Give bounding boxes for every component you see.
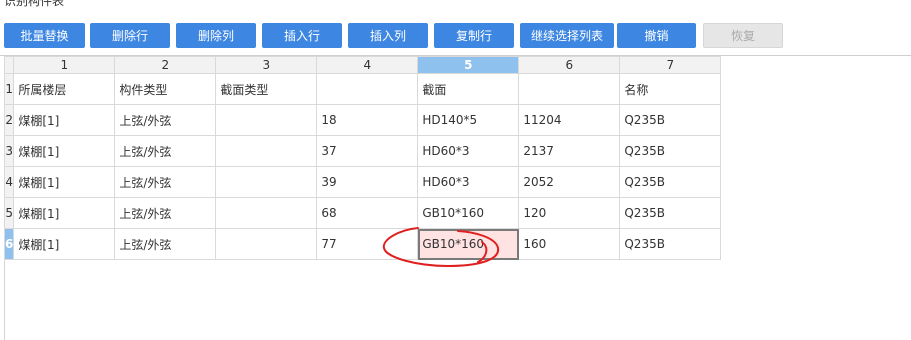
table-cell[interactable]: Q235B	[619, 228, 722, 260]
table-cell[interactable]: 煤棚[1]	[13, 135, 116, 167]
column-header-row: 1 2 3 4 5 6 7	[3, 56, 722, 74]
table-cell[interactable]: 煤棚[1]	[13, 104, 116, 136]
table-cell[interactable]: 160	[518, 228, 621, 260]
column-header-6[interactable]: 6	[518, 56, 621, 74]
table-cell[interactable]: 68	[316, 197, 419, 229]
table-cell[interactable]: 构件类型	[114, 73, 217, 105]
table-row: 3 煤棚[1] 上弦/外弦 37 HD60*3 2137 Q235B	[3, 135, 722, 167]
table-cell[interactable]: 上弦/外弦	[114, 166, 217, 198]
table-cell[interactable]: GB10*160	[417, 197, 520, 229]
table-cell[interactable]: 77	[316, 228, 419, 260]
table-cell[interactable]	[518, 73, 621, 105]
table-cell[interactable]	[316, 73, 419, 105]
column-header-3[interactable]: 3	[215, 56, 318, 74]
row-header[interactable]: 6	[3, 228, 15, 260]
table-cell[interactable]: 截面	[417, 73, 520, 105]
column-header-2[interactable]: 2	[114, 56, 217, 74]
table-cell[interactable]: 煤棚[1]	[13, 197, 116, 229]
table-row: 5 煤棚[1] 上弦/外弦 68 GB10*160 120 Q235B	[3, 197, 722, 229]
table-cell[interactable]: 煤棚[1]	[13, 166, 116, 198]
row-header[interactable]: 2	[3, 104, 15, 136]
column-header-4[interactable]: 4	[316, 56, 419, 74]
table-row: 2 煤棚[1] 上弦/外弦 18 HD140*5 11204 Q235B	[3, 104, 722, 136]
table-cell[interactable]: 上弦/外弦	[114, 197, 217, 229]
table-cell[interactable]	[215, 166, 318, 198]
table-cell[interactable]: 上弦/外弦	[114, 228, 217, 260]
table-cell[interactable]: 37	[316, 135, 419, 167]
table-cell[interactable]: Q235B	[619, 166, 722, 198]
table-cell[interactable]	[215, 135, 318, 167]
table-cell[interactable]: 名称	[619, 73, 722, 105]
column-header-1[interactable]: 1	[13, 56, 116, 74]
column-header-5[interactable]: 5	[417, 56, 520, 74]
row-header[interactable]: 4	[3, 166, 15, 198]
table-cell[interactable]	[215, 228, 318, 260]
table-cell[interactable]: Q235B	[619, 104, 722, 136]
insert-row-button[interactable]: 插入行	[262, 23, 342, 48]
table-cell[interactable]: 截面类型	[215, 73, 318, 105]
table-cell[interactable]: 2052	[518, 166, 621, 198]
table-cell[interactable]: 所属楼层	[13, 73, 116, 105]
table-cell[interactable]	[215, 197, 318, 229]
table-cell[interactable]: 上弦/外弦	[114, 135, 217, 167]
table-cell[interactable]: 39	[316, 166, 419, 198]
insert-column-button[interactable]: 插入列	[348, 23, 428, 48]
table-cell[interactable]: 上弦/外弦	[114, 104, 217, 136]
table-cell[interactable]: HD60*3	[417, 166, 520, 198]
delete-row-button[interactable]: 删除行	[90, 23, 170, 48]
row-header[interactable]: 5	[3, 197, 15, 229]
table-row: 6 煤棚[1] 上弦/外弦 77 GB10*160 160 Q235B	[3, 228, 722, 260]
table-cell[interactable]: 11204	[518, 104, 621, 136]
table-cell[interactable]: Q235B	[619, 197, 722, 229]
redo-button: 恢复	[703, 23, 783, 48]
column-header-7[interactable]: 7	[619, 56, 722, 74]
row-header[interactable]: 3	[3, 135, 15, 167]
table-cell[interactable]	[215, 104, 318, 136]
continue-select-list-button[interactable]: 继续选择列表	[520, 23, 614, 48]
undo-button[interactable]: 撤销	[617, 23, 696, 48]
selected-cell[interactable]: GB10*160	[417, 228, 520, 260]
batch-replace-button[interactable]: 批量替换	[4, 23, 85, 48]
table-cell[interactable]: 2137	[518, 135, 621, 167]
table-cell[interactable]: Q235B	[619, 135, 722, 167]
copy-row-button[interactable]: 复制行	[434, 23, 514, 48]
delete-column-button[interactable]: 删除列	[176, 23, 256, 48]
table-cell[interactable]: 120	[518, 197, 621, 229]
table-row: 1 所属楼层 构件类型 截面类型 截面 名称	[3, 73, 722, 105]
window-title: 识别构件表	[4, 0, 65, 8]
table-row: 4 煤棚[1] 上弦/外弦 39 HD60*3 2052 Q235B	[3, 166, 722, 198]
table-cell[interactable]: HD140*5	[417, 104, 520, 136]
corner-cell[interactable]	[3, 56, 15, 74]
table-cell[interactable]: 18	[316, 104, 419, 136]
table-cell[interactable]: HD60*3	[417, 135, 520, 167]
component-table: 1 2 3 4 5 6 7 1 所属楼层 构件类型 截面类型 截面 名称 2 煤…	[3, 56, 722, 260]
row-header[interactable]: 1	[3, 73, 15, 105]
table-cell[interactable]: 煤棚[1]	[13, 228, 116, 260]
